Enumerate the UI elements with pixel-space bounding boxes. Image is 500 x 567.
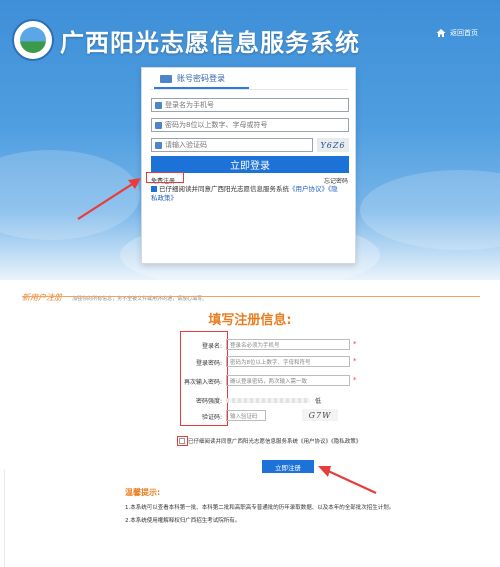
register-button[interactable]: 立即注册 (262, 460, 314, 473)
reg-agreement-checkbox[interactable] (179, 438, 185, 444)
register-section-header: 新用户注册 加强你的所有信息，务不全被文件或用外的通，请放心填写。 (22, 285, 207, 304)
arrow-head (318, 466, 331, 477)
reg-confirm-password-input[interactable]: 确认登录密码，两次输入需一致 (226, 375, 350, 386)
notice-title: 温馨提示: (125, 488, 161, 497)
required-star: * (353, 340, 357, 348)
reg-agreement-text: 已仔细阅读并同意广西阳光志愿信息服务系统《用户协议》《隐私政策》 (188, 439, 362, 445)
reg-captcha-input[interactable]: 输入验证码 (226, 410, 266, 421)
label-captcha: 验证码: (201, 414, 222, 421)
page-border (4, 470, 5, 567)
register-section-title: 新用户注册 (22, 293, 62, 302)
notice-line: 2.本系统使用権解释权归广西招生考试院所有。 (125, 518, 241, 524)
arrow-head (128, 178, 141, 189)
arrow-line (77, 182, 135, 220)
annotation-arrows (77, 178, 377, 494)
label-username: 登录名: (201, 343, 222, 350)
reg-agreement-row: 已仔细阅读并同意广西阳光志愿信息服务系统《用户协议》《隐私政策》 (179, 437, 361, 445)
arrow-line (325, 469, 377, 494)
section-divider (22, 296, 480, 297)
required-star: * (353, 357, 357, 365)
label-confirm-password: 再次输入密码: (183, 379, 222, 386)
reg-username-input[interactable]: 登录名必须为手机号 (226, 339, 350, 350)
notice-line: 1.本系统可以查看本科第一批、本科第二批和高职高专普通批的历年录取数据、以及本年… (125, 505, 395, 511)
required-star: * (353, 376, 357, 384)
label-password-strength: 密码强度: (195, 398, 222, 405)
label-password: 登录密码: (195, 360, 222, 367)
password-strength-text: 低 (315, 398, 322, 405)
reg-password-input[interactable]: 密码为8位以上数字、字母和符号 (226, 356, 350, 367)
password-strength-bar (226, 398, 310, 403)
form-title: 填写注册信息: (208, 313, 292, 328)
reg-captcha-image[interactable]: G7W (302, 409, 338, 421)
